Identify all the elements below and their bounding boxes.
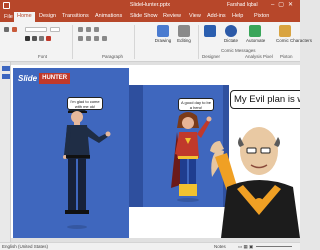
autosave-toggle-icon[interactable] bbox=[3, 2, 10, 9]
villain-character[interactable] bbox=[207, 117, 300, 238]
group-comic-label: Comic Messages bbox=[221, 48, 256, 53]
speech-bubble-villain[interactable]: My Evil plan is wo bbox=[230, 90, 300, 109]
slide-thumbnail[interactable] bbox=[2, 74, 10, 79]
drawing-button[interactable]: Drawing bbox=[154, 25, 172, 43]
designer-icon bbox=[204, 25, 216, 37]
group-paragraph-label: Paragraph bbox=[102, 54, 124, 59]
underline-icon[interactable] bbox=[39, 36, 44, 41]
align-left-icon[interactable] bbox=[78, 36, 83, 41]
italic-icon[interactable] bbox=[32, 36, 37, 41]
analyze-icon bbox=[249, 25, 261, 37]
slide-editing-area[interactable]: Slide HUNTER I'm glad to come with me ok… bbox=[11, 62, 300, 242]
speech-bubble-policeman[interactable]: I'm glad to come with me ok! bbox=[67, 97, 103, 110]
align-right-icon[interactable] bbox=[94, 36, 99, 41]
designer-button[interactable] bbox=[201, 25, 219, 37]
group-font-label: Font bbox=[38, 54, 48, 59]
indent-icon[interactable] bbox=[94, 27, 99, 32]
title-bar: SlideHunter.pptx Farshad Iqbal –▢✕ bbox=[0, 0, 300, 11]
font-size-box[interactable] bbox=[50, 27, 60, 32]
slide-thumbnail[interactable] bbox=[2, 66, 10, 71]
ribbon: Font Paragraph Drawing Editing Designer … bbox=[0, 22, 313, 62]
microphone-icon bbox=[225, 25, 237, 37]
new-slide-icon[interactable] bbox=[12, 27, 17, 32]
tab-design[interactable]: Design bbox=[39, 13, 56, 19]
policeman-character[interactable] bbox=[55, 105, 115, 229]
tab-view[interactable]: View bbox=[189, 13, 201, 19]
shapes-icon bbox=[157, 25, 169, 37]
comic-character-icon bbox=[279, 25, 291, 37]
ribbon-tab-bar: File Home Design Transitions Animations … bbox=[0, 11, 300, 22]
logo-slide-text: Slide bbox=[16, 73, 40, 84]
slide-thumbnail-pane[interactable] bbox=[0, 62, 11, 242]
automate-label: Automate bbox=[246, 38, 266, 43]
tab-transitions[interactable]: Transitions bbox=[62, 13, 89, 19]
dictate-label: Dictate bbox=[223, 38, 238, 43]
dictate-button[interactable]: Dictate bbox=[222, 25, 240, 43]
window-controls[interactable]: –▢✕ bbox=[271, 1, 297, 8]
zoom-slider[interactable] bbox=[256, 246, 292, 247]
font-name-box[interactable] bbox=[25, 27, 47, 32]
paste-icon[interactable] bbox=[4, 27, 9, 32]
view-buttons-icon[interactable]: ▭ ▦ ▣ bbox=[238, 244, 253, 250]
tab-slide-show[interactable]: Slide Show bbox=[130, 13, 158, 19]
tab-review[interactable]: Review bbox=[163, 13, 181, 19]
align-center-icon[interactable] bbox=[86, 36, 91, 41]
group-designer-label: Designer bbox=[202, 54, 221, 59]
status-bar: English (United States) Notes ▭ ▦ ▣ bbox=[0, 242, 300, 250]
divider bbox=[198, 25, 199, 59]
document-title: SlideHunter.pptx bbox=[129, 2, 171, 8]
logo-hunter-text: HUNTER bbox=[39, 73, 71, 84]
find-icon bbox=[178, 25, 190, 37]
speech-bubble-superhero[interactable]: A good day to be a hero! bbox=[178, 98, 214, 111]
divider bbox=[72, 25, 73, 59]
font-color-icon[interactable] bbox=[46, 36, 51, 41]
tab-pixton[interactable]: Pixton bbox=[254, 13, 269, 19]
numbering-icon[interactable] bbox=[86, 27, 91, 32]
tab-animations[interactable]: Animations bbox=[95, 13, 122, 19]
notes-button[interactable]: Notes bbox=[214, 244, 226, 249]
bold-icon[interactable] bbox=[25, 36, 30, 41]
slidehunter-logo: Slide HUNTER bbox=[16, 73, 71, 84]
comic-panel-fold bbox=[129, 85, 143, 207]
slide[interactable]: Slide HUNTER I'm glad to come with me ok… bbox=[11, 65, 300, 238]
automate-button[interactable]: Automate bbox=[246, 25, 266, 43]
justify-icon[interactable] bbox=[102, 36, 107, 41]
drawing-label: Drawing bbox=[154, 38, 172, 43]
tab-home[interactable]: Home bbox=[14, 12, 35, 22]
bullets-icon[interactable] bbox=[78, 27, 83, 32]
tab-add-ins[interactable]: Add-ins bbox=[207, 13, 226, 19]
group-analysis-label: Analysis Pixel bbox=[245, 54, 273, 59]
group-pixton-label: Pixton bbox=[280, 54, 293, 59]
language-status[interactable]: English (United States) bbox=[2, 244, 48, 249]
comic-characters-button[interactable]: Comic Characters bbox=[276, 25, 313, 43]
editing-button[interactable]: Editing bbox=[175, 25, 193, 43]
user-name[interactable]: Farshad Iqbal bbox=[227, 2, 258, 8]
divider bbox=[134, 25, 135, 59]
editing-label: Editing bbox=[177, 38, 191, 43]
tab-help[interactable]: Help bbox=[232, 13, 243, 19]
comic-characters-label: Comic Characters bbox=[276, 38, 313, 43]
